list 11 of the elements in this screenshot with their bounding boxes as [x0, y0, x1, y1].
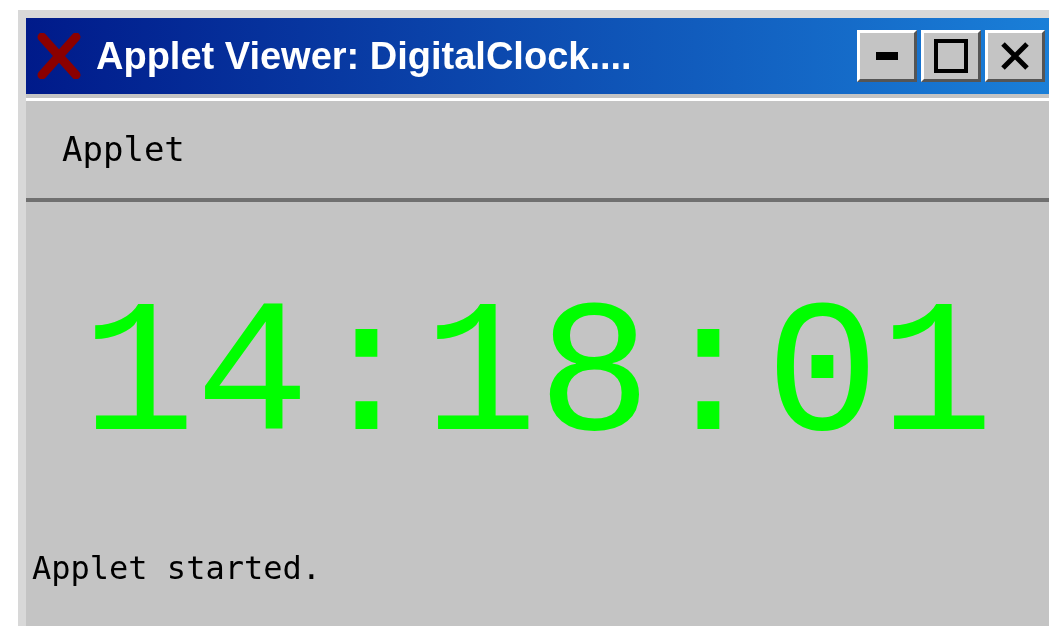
minimize-button[interactable] — [857, 30, 917, 82]
window-title: Applet Viewer: DigitalClock.... — [96, 33, 632, 79]
minimize-icon — [876, 52, 898, 60]
maximize-icon — [934, 39, 968, 73]
clock-time: 14:18:01 — [81, 294, 994, 464]
status-text: Applet started. — [32, 548, 322, 589]
menu-item[interactable]: Applet — [62, 124, 185, 175]
close-icon — [1000, 41, 1030, 71]
maximize-button[interactable] — [921, 30, 981, 82]
x-logo-icon — [36, 33, 82, 79]
close-button[interactable] — [985, 30, 1045, 82]
